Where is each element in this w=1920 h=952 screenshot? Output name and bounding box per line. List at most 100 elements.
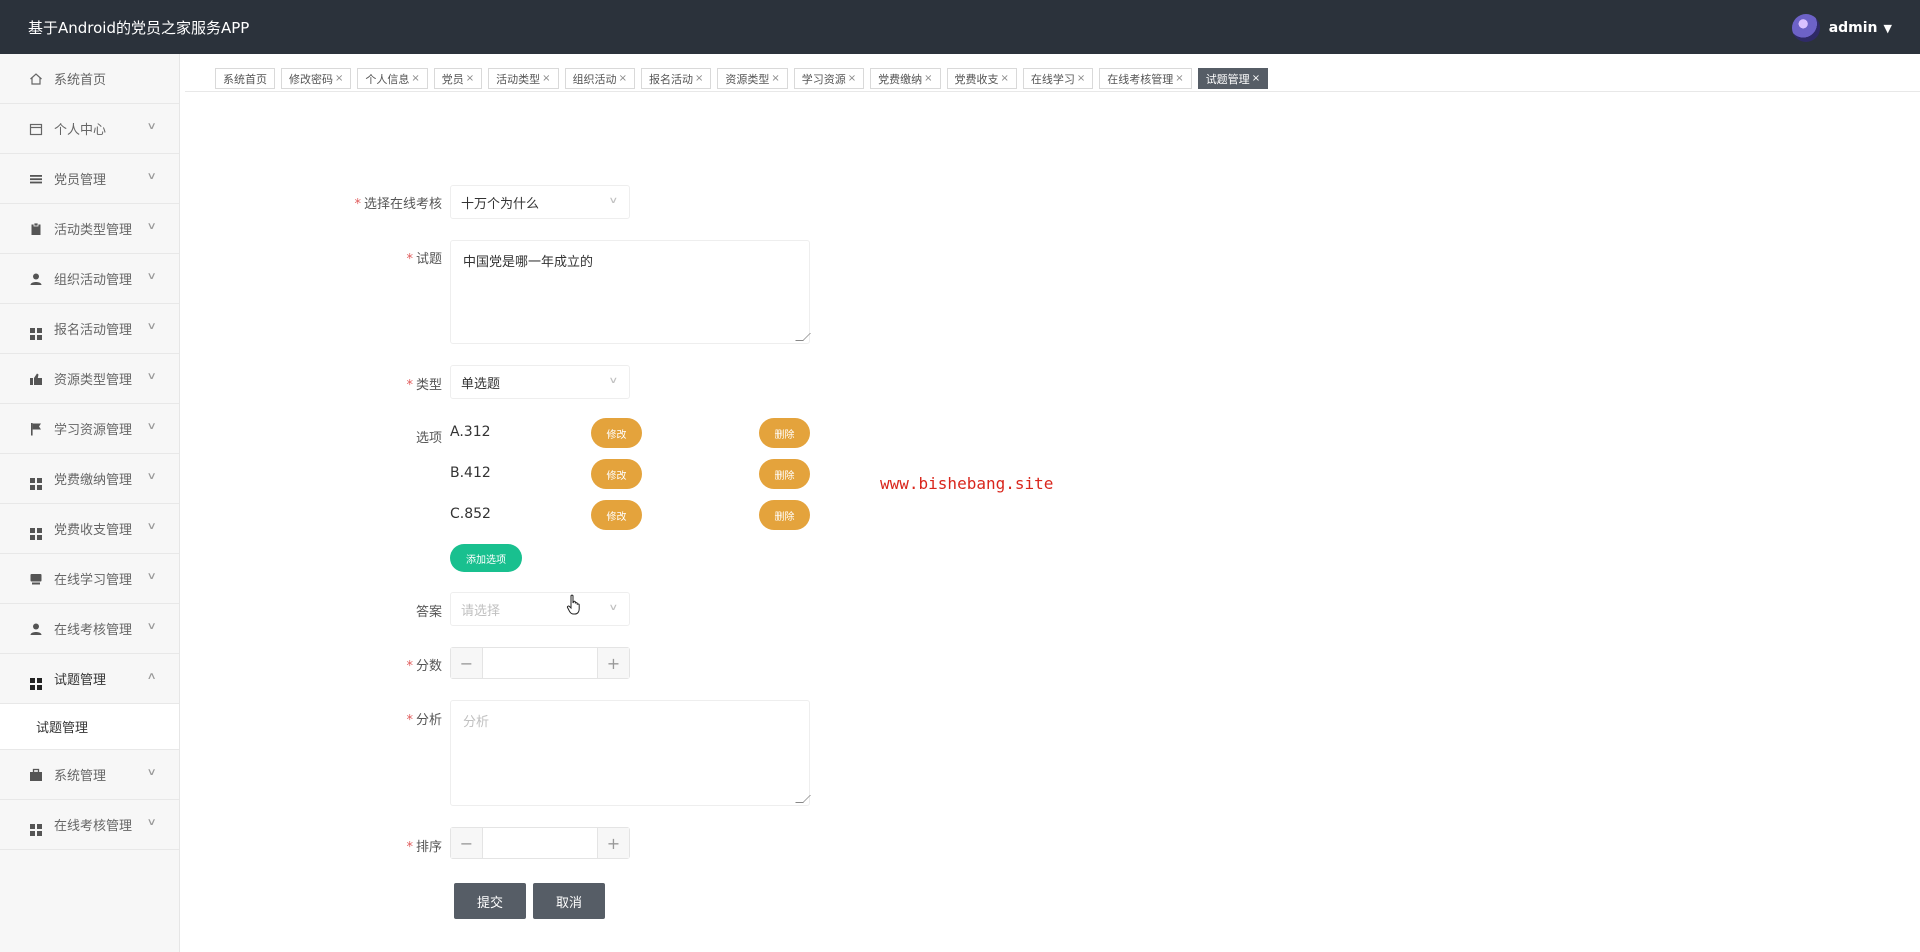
decrement-button[interactable]: − <box>451 828 482 858</box>
tab-item[interactable]: 组织活动 × <box>564 68 635 89</box>
close-icon[interactable]: × <box>924 73 932 84</box>
sidebar-item-online-study[interactable]: 在线学习管理 ∨ <box>0 554 179 604</box>
chevron-down-icon: ∨ <box>146 221 157 232</box>
sidebar-item-member-management[interactable]: 党员管理 ∨ <box>0 154 179 204</box>
sidebar-item-label: 在线学习管理 <box>54 573 133 588</box>
chevron-down-icon: ∨ <box>146 471 157 482</box>
sidebar-item-home[interactable]: 系统首页 <box>0 54 179 104</box>
sidebar-subitem-question-management[interactable]: 试题管理 <box>0 704 179 750</box>
sort-input[interactable] <box>482 828 598 858</box>
edit-option-button[interactable]: 修改 <box>591 459 642 489</box>
tab-item[interactable]: 在线考核管理 × <box>1099 68 1192 89</box>
sidebar-item-online-exam[interactable]: 在线考核管理 ∨ <box>0 604 179 654</box>
tab-item[interactable]: 在线学习 × <box>1022 68 1094 89</box>
tab-label: 党员 <box>441 72 464 86</box>
tab-item[interactable]: 党费收支 × <box>946 68 1017 89</box>
grid-icon <box>29 322 43 340</box>
grid-icon <box>29 818 43 836</box>
type-select[interactable]: 单选题 ∨ <box>450 365 630 399</box>
top-header: 基于Android的党员之家服务APP admin ▼ <box>0 0 1920 54</box>
decrement-button[interactable]: − <box>451 648 482 678</box>
tab-item[interactable]: 个人信息 × <box>357 68 428 89</box>
avatar[interactable] <box>1791 14 1820 42</box>
close-icon[interactable]: × <box>466 73 474 84</box>
delete-option-button[interactable]: 删除 <box>759 418 810 448</box>
question-textarea[interactable]: 中国党是哪一年成立的 <box>450 240 811 344</box>
tab-label: 党费缴纳 <box>878 72 923 86</box>
tab-item[interactable]: 修改密码 × <box>281 68 352 89</box>
grid-icon <box>29 522 43 540</box>
monitor-icon <box>29 572 43 586</box>
edit-option-button[interactable]: 修改 <box>591 500 642 530</box>
close-icon[interactable]: × <box>771 73 779 84</box>
score-input[interactable] <box>482 648 598 678</box>
resize-handle-icon[interactable] <box>795 795 811 803</box>
grid-icon <box>29 672 43 690</box>
sidebar-item-activity-type[interactable]: 活动类型管理 ∨ <box>0 204 179 254</box>
sidebar-item-signup-activity[interactable]: 报名活动管理 ∨ <box>0 304 179 354</box>
delete-option-button[interactable]: 删除 <box>759 500 810 530</box>
user-icon <box>29 622 43 636</box>
tab-label: 党费收支 <box>954 72 999 86</box>
tab-item[interactable]: 报名活动 × <box>640 68 712 89</box>
sidebar-item-study-resource[interactable]: 学习资源管理 ∨ <box>0 404 179 454</box>
sidebar-item-label: 试题管理 <box>54 673 107 688</box>
sidebar-item-personal-center[interactable]: 个人中心 ∨ <box>0 104 179 154</box>
tab-item[interactable]: 活动类型 × <box>488 68 559 89</box>
tab-item[interactable]: 党员 × <box>433 68 483 89</box>
sidebar-item-question-management[interactable]: 试题管理 ∧ <box>0 654 179 704</box>
answer-select[interactable]: 请选择 ∨ <box>450 592 630 626</box>
add-option-button[interactable]: 添加选项 <box>450 544 522 572</box>
close-icon[interactable]: × <box>848 73 856 84</box>
chevron-up-icon: ∧ <box>146 671 157 682</box>
sort-stepper[interactable]: − + <box>450 827 630 859</box>
sidebar-item-resource-type[interactable]: 资源类型管理 ∨ <box>0 354 179 404</box>
chevron-down-icon: ∨ <box>146 621 157 632</box>
score-stepper[interactable]: − + <box>450 647 630 679</box>
delete-option-button[interactable]: 删除 <box>759 459 810 489</box>
chevron-down-icon: ∨ <box>608 196 619 206</box>
caret-down-icon[interactable]: ▼ <box>1884 22 1892 35</box>
tab-item[interactable]: 党费缴纳 × <box>870 68 941 89</box>
tab-label: 个人信息 <box>365 72 410 86</box>
sidebar-item-dues-finance[interactable]: 党费收支管理 ∨ <box>0 504 179 554</box>
tab-label: 活动类型 <box>496 72 541 86</box>
close-icon[interactable]: × <box>1252 73 1260 84</box>
close-icon[interactable]: × <box>695 73 703 84</box>
submit-button[interactable]: 提交 <box>454 883 526 919</box>
chevron-down-icon: ∨ <box>146 521 157 532</box>
cancel-button[interactable]: 取消 <box>533 883 605 919</box>
sidebar-item-dues-payment[interactable]: 党费缴纳管理 ∨ <box>0 454 179 504</box>
clipboard-icon <box>29 222 43 236</box>
tab-item[interactable]: 系统首页 <box>215 68 275 89</box>
increment-button[interactable]: + <box>598 648 629 678</box>
exam-select[interactable]: 十万个为什么 ∨ <box>450 185 630 219</box>
sidebar-item-online-exam-2[interactable]: 在线考核管理 ∨ <box>0 800 179 850</box>
tab-item[interactable]: 学习资源 × <box>793 68 865 89</box>
user-name[interactable]: admin <box>1829 20 1878 36</box>
user-menu[interactable]: admin ▼ <box>1791 14 1892 42</box>
sidebar-item-label: 在线考核管理 <box>54 819 133 834</box>
tab-item[interactable]: 试题管理 × <box>1197 68 1269 89</box>
close-icon[interactable]: × <box>1175 73 1183 84</box>
sidebar-item-label: 个人中心 <box>54 123 107 138</box>
sidebar-item-label: 党费收支管理 <box>54 523 133 538</box>
app-title: 基于Android的党员之家服务APP <box>28 19 250 37</box>
resize-handle-icon[interactable] <box>795 333 811 341</box>
close-icon[interactable]: × <box>542 73 550 84</box>
close-icon[interactable]: × <box>1077 73 1085 84</box>
sidebar-item-label: 在线考核管理 <box>54 623 133 638</box>
close-icon[interactable]: × <box>1001 73 1009 84</box>
list-icon <box>29 172 43 186</box>
analysis-textarea[interactable]: 分析 <box>450 700 811 806</box>
calendar-icon <box>29 122 43 136</box>
sidebar-item-org-activity[interactable]: 组织活动管理 ∨ <box>0 254 179 304</box>
tab-item[interactable]: 资源类型 × <box>717 68 788 89</box>
tab-label: 在线考核管理 <box>1107 72 1174 86</box>
sidebar-item-system-management[interactable]: 系统管理 ∨ <box>0 750 179 800</box>
increment-button[interactable]: + <box>598 828 629 858</box>
close-icon[interactable]: × <box>619 73 627 84</box>
close-icon[interactable]: × <box>411 73 419 84</box>
close-icon[interactable]: × <box>335 73 343 84</box>
edit-option-button[interactable]: 修改 <box>591 418 642 448</box>
